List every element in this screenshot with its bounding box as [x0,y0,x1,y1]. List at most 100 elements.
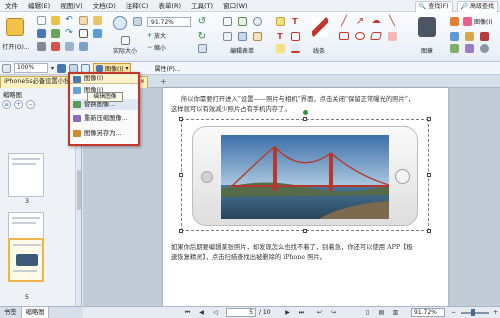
menu-form[interactable]: 表单(R) [153,0,186,12]
menu-comment[interactable]: 注释(C) [121,0,154,12]
checkbox-field-icon[interactable] [236,15,248,27]
fit-width-icon[interactable] [57,63,67,73]
watermark-icon[interactable] [463,43,475,53]
list-field-icon[interactable] [221,30,233,42]
note-icon[interactable] [274,15,286,27]
prev-view-icon[interactable]: ◁ [211,309,220,317]
resize-handle-w[interactable] [179,173,183,177]
image-tool-button[interactable]: 图像(I) [463,15,497,27]
open-button[interactable] [3,15,27,39]
zoom-out-icon[interactable]: − [449,309,458,317]
continuous-page-icon[interactable]: ▤ [377,309,386,317]
fit-page-icon[interactable] [196,43,208,53]
line-tool-icon[interactable]: ╱ [337,15,351,27]
settings-icon[interactable] [478,43,490,53]
polyline-tool-icon[interactable]: ╲ [385,15,399,27]
polygon-tool-icon[interactable] [369,30,383,42]
thumbnails-tab[interactable]: 缩略图 [21,307,50,318]
resize-handle-n[interactable] [303,117,307,121]
thumbnail-page-3[interactable] [8,153,44,197]
single-page-icon[interactable]: ▯ [363,309,372,317]
scan-icon[interactable] [50,28,60,38]
measure-icon[interactable] [448,43,460,53]
redo-icon[interactable]: ↷ [64,28,74,38]
zoom-in-icon[interactable]: + [491,309,500,317]
copy-icon[interactable] [64,41,74,51]
rotate-handle-icon[interactable] [303,110,308,115]
rotate-left-icon[interactable]: ↺ [196,15,208,27]
text-field-icon[interactable] [221,15,233,27]
menu-edit[interactable]: 编辑(E) [23,0,55,12]
first-page-icon[interactable]: ⏮ [183,309,192,317]
attach-icon[interactable] [448,15,460,27]
back-icon[interactable]: ↩ [315,309,324,317]
rectangle-tool-icon[interactable] [337,30,351,42]
arrow-tool-icon[interactable]: ↗ [353,15,367,27]
bookmarks-tab[interactable]: 书签 [0,307,22,318]
zoom-slider-knob[interactable] [471,309,475,316]
selected-image[interactable] [181,119,429,231]
menu-item-recompress-image[interactable]: 重新压缩图像... [70,113,138,124]
edit-text-icon[interactable] [92,15,102,25]
resize-handle-nw[interactable] [179,117,183,121]
zoom-out-button[interactable]: − 缩小 [147,42,191,52]
menu-document[interactable]: 文档(D) [88,0,121,12]
resize-handle-e[interactable] [427,173,431,177]
cloud-tool-icon[interactable]: ☁ [369,15,383,27]
textbox-icon[interactable]: T [274,30,286,42]
new-tab-icon[interactable]: + [160,77,167,86]
scrollbar-thumb[interactable] [77,170,81,210]
shrink-thumbnail-icon[interactable]: − [26,100,35,109]
close-icon[interactable]: × [140,77,145,87]
page-view-icon[interactable] [2,63,11,73]
thumbnail-page-5[interactable] [8,238,44,282]
menu-view[interactable]: 视图(V) [55,0,88,12]
link-icon[interactable] [92,28,102,38]
zoom-slider[interactable] [461,309,489,316]
resize-handle-se[interactable] [427,229,431,233]
export-icon[interactable] [50,41,60,51]
underline-icon[interactable] [289,43,301,53]
status-zoom-field[interactable]: 91.72% [411,308,445,317]
zoom-combo[interactable]: 91.72% [147,17,191,27]
hand-tool-icon[interactable] [78,15,88,25]
panel-options-icon[interactable]: ≡ [2,100,11,109]
next-page-icon[interactable]: ▶ [283,309,292,317]
resize-handle-s[interactable] [303,229,307,233]
zoom-tool-icon[interactable] [112,15,128,31]
last-page-icon[interactable]: ⏭ [297,309,306,317]
rotate-right-icon[interactable]: ↻ [196,30,208,42]
facing-page-icon[interactable]: ▥ [391,309,400,317]
prev-page-icon[interactable]: ◀ [197,309,206,317]
ellipse-tool-icon[interactable] [353,30,367,42]
forward-icon[interactable]: ↪ [329,309,338,317]
snapshot-icon[interactable] [78,41,88,51]
enlarge-thumbnail-icon[interactable]: + [14,100,23,109]
highlight-icon[interactable] [274,43,286,53]
attributes-button[interactable]: 属性(P)... [154,64,180,73]
callout-icon[interactable] [289,30,301,42]
email-icon[interactable] [50,15,60,25]
resize-handle-sw[interactable] [179,229,183,233]
marquee-zoom-icon[interactable] [131,15,143,27]
button-field-icon[interactable] [236,30,248,42]
menu-window[interactable]: 窗口(W) [218,0,253,12]
new-icon[interactable] [36,15,46,25]
eraser-icon[interactable] [385,30,399,42]
menu-tools[interactable]: 工具(T) [186,0,218,12]
resize-handle-ne[interactable] [427,117,431,121]
menu-item-save-image-as[interactable]: 图像另存为... [70,128,138,139]
redact-icon[interactable] [478,30,490,42]
crop-icon[interactable] [463,30,475,42]
actual-size-button[interactable] [112,35,138,45]
print-icon[interactable] [36,41,46,51]
stamp-icon[interactable] [416,15,438,39]
dropdown-header[interactable]: 图像(I) [70,74,138,84]
zoom-in-button[interactable]: + 放大 [147,30,191,40]
signature-field-icon[interactable] [251,30,263,42]
page-number-input[interactable]: 5 [226,308,256,317]
sound-icon[interactable] [448,30,460,42]
save-icon[interactable] [36,28,46,38]
radio-field-icon[interactable] [251,15,263,27]
undo-icon[interactable]: ↶ [64,15,74,25]
